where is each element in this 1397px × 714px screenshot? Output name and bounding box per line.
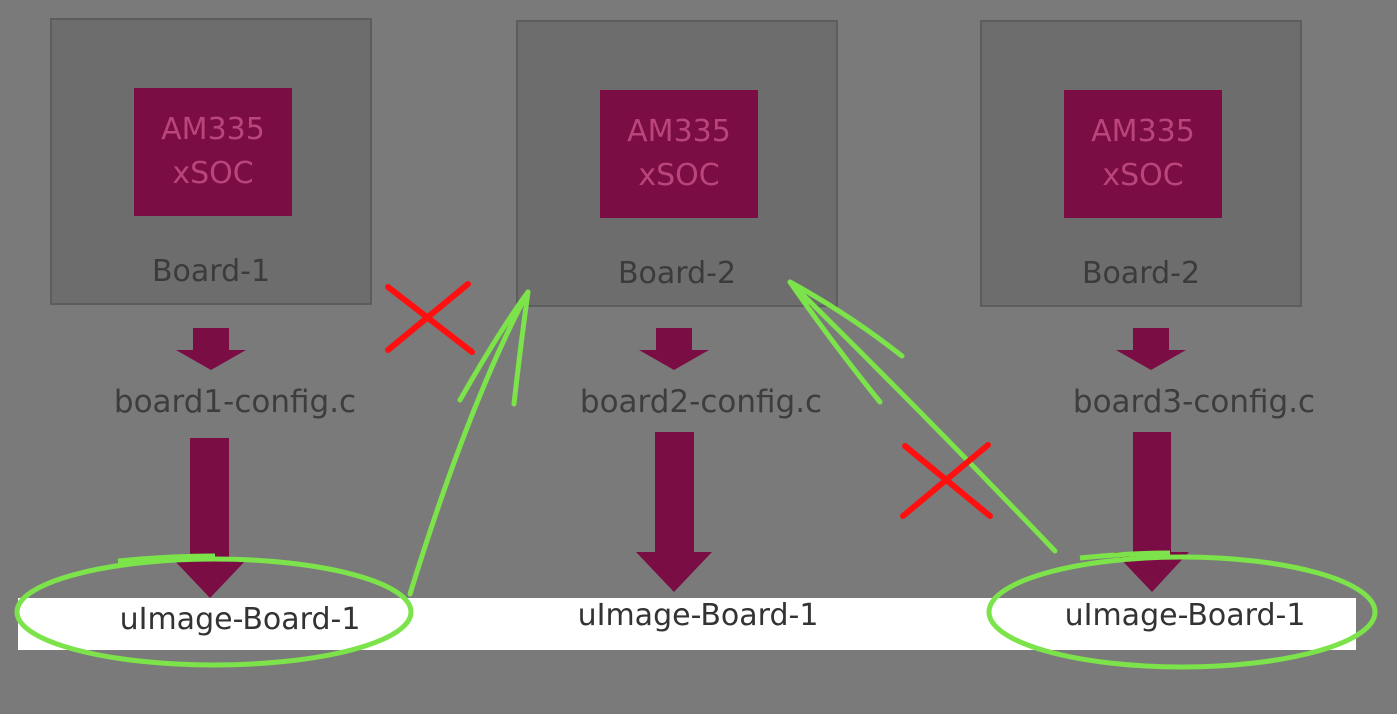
- arrow-down-large-3: [1114, 432, 1189, 592]
- green-arrow-to-board-2: [407, 289, 531, 597]
- arrow-down-large-2: [636, 432, 712, 592]
- red-cross-1: [385, 281, 475, 355]
- arrow-down-small-3: [1116, 328, 1186, 370]
- green-arrow-from-board-3: [787, 279, 1058, 554]
- arrow-down-large-1: [172, 438, 248, 598]
- red-cross-2: [900, 442, 993, 519]
- arrow-down-small-2: [639, 328, 709, 370]
- arrow-down-small-1: [176, 328, 246, 370]
- green-circle-3: [986, 554, 1378, 670]
- annotation-layer: [14, 279, 1378, 670]
